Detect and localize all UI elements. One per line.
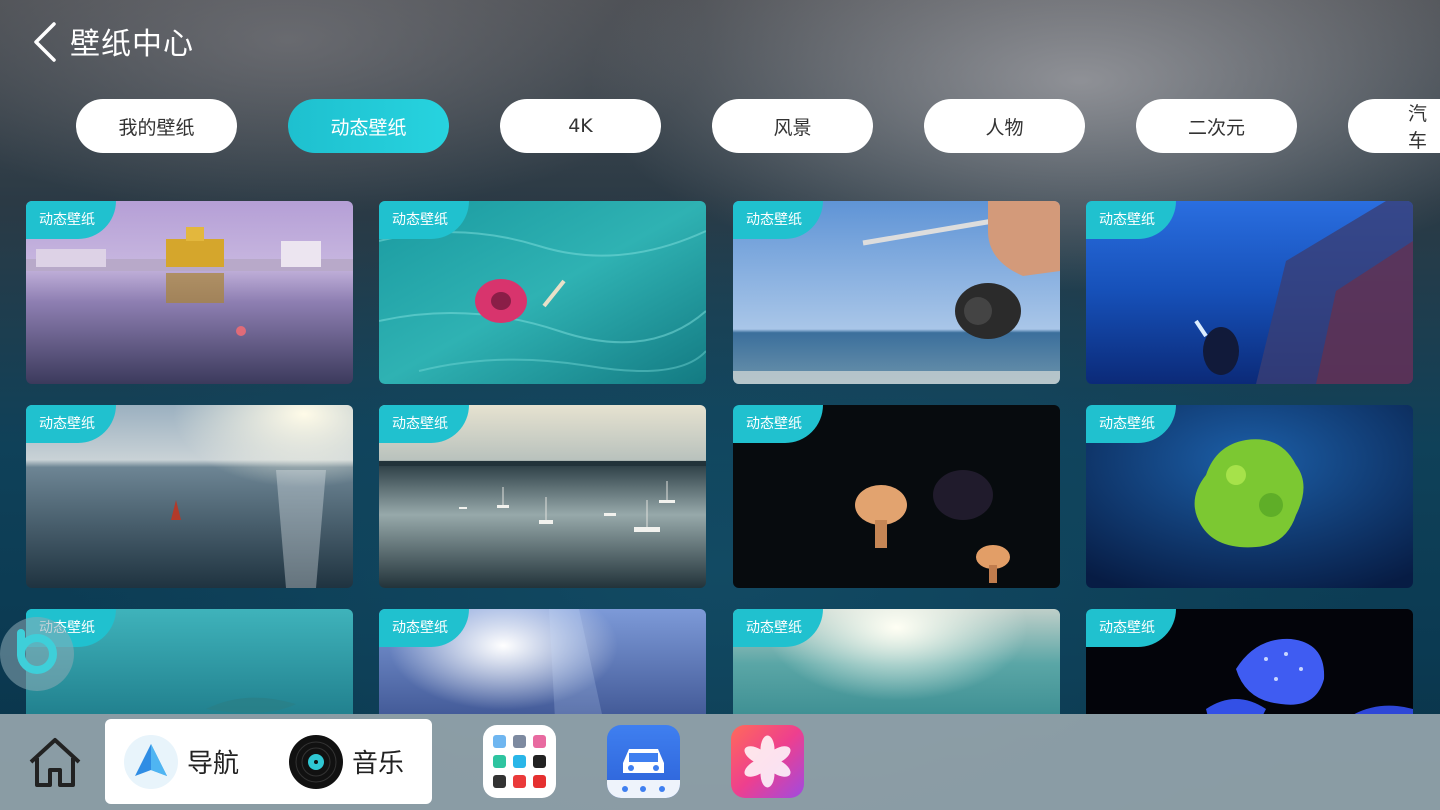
- navigation-shortcut[interactable]: 导航: [123, 719, 239, 804]
- wallpaper-card[interactable]: 动态壁纸: [379, 201, 706, 384]
- tab-anime[interactable]: 二次元: [1136, 99, 1297, 153]
- tab-live-wallpapers[interactable]: 动态壁纸: [288, 99, 449, 153]
- bottom-dock: 导航 音乐: [0, 714, 1440, 810]
- wallpaper-grid: 动态壁纸 动态壁纸 动态壁纸 动态壁纸 动态壁纸 动态壁纸 动态壁纸 动态壁纸 …: [26, 201, 1414, 714]
- assistant-button[interactable]: [0, 617, 74, 691]
- vinyl-record-icon: [289, 734, 343, 789]
- wallpaper-card[interactable]: 动态壁纸: [26, 609, 353, 714]
- tab-my-wallpapers[interactable]: 我的壁纸: [76, 99, 237, 153]
- media-nav-widget: 导航 音乐: [105, 719, 432, 804]
- wallpaper-card[interactable]: 动态壁纸: [379, 609, 706, 714]
- photos-icon[interactable]: [731, 725, 804, 798]
- page-title: 壁纸中心: [70, 27, 194, 62]
- tab-people[interactable]: 人物: [924, 99, 1085, 153]
- wallpaper-card[interactable]: 动态壁纸: [1086, 201, 1413, 384]
- app-grid-graphic: [493, 735, 546, 788]
- back-button[interactable]: [30, 18, 62, 64]
- navigation-label: 导航: [187, 749, 240, 779]
- wallpaper-card[interactable]: 动态壁纸: [26, 405, 353, 588]
- wallpaper-card[interactable]: 动态壁纸: [1086, 609, 1413, 714]
- tab-4k[interactable]: 4K: [500, 99, 661, 153]
- tab-scenery[interactable]: 风景: [712, 99, 873, 153]
- car-service-icon[interactable]: [607, 725, 680, 798]
- wallpaper-card[interactable]: 动态壁纸: [26, 201, 353, 384]
- chevron-left-icon: [34, 22, 56, 62]
- car-service-graphic: [607, 749, 680, 798]
- navigation-icon: [124, 734, 178, 789]
- wallpaper-card[interactable]: 动态壁纸: [379, 405, 706, 588]
- photos-flower-graphic: [744, 735, 791, 788]
- app-grid-icon[interactable]: [483, 725, 556, 798]
- wallpaper-card[interactable]: 动态壁纸: [1086, 405, 1413, 588]
- home-icon: [29, 738, 81, 787]
- music-label: 音乐: [352, 749, 405, 779]
- wallpaper-card[interactable]: 动态壁纸: [733, 405, 1060, 588]
- assistant-logo-icon: [17, 629, 57, 674]
- header: 壁纸中心: [30, 18, 194, 64]
- wallpaper-card[interactable]: 动态壁纸: [733, 201, 1060, 384]
- tab-cars[interactable]: 汽车: [1348, 99, 1440, 153]
- music-shortcut[interactable]: 音乐: [288, 719, 404, 804]
- wallpaper-card[interactable]: 动态壁纸: [733, 609, 1060, 714]
- home-button[interactable]: [26, 734, 84, 792]
